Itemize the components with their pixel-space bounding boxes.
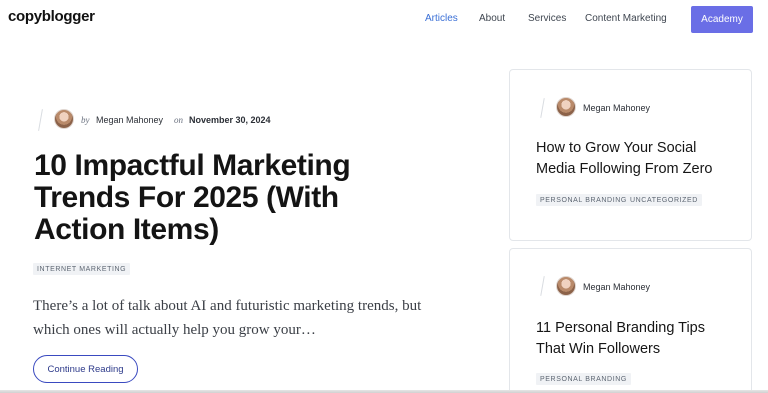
by-label: by: [81, 115, 90, 125]
meta-divider: [540, 98, 545, 118]
category-tag[interactable]: INTERNET MARKETING: [33, 263, 131, 275]
category-tag[interactable]: PERSONAL BRANDING: [536, 194, 631, 206]
card-title[interactable]: How to Grow Your Social Media Following …: [536, 138, 736, 180]
article-excerpt: There’s a lot of talk about AI and futur…: [33, 298, 422, 338]
article-card[interactable]: Megan Mahoney 11 Personal Branding Tips …: [509, 248, 752, 393]
card-title[interactable]: 11 Personal Branding Tips That Win Follo…: [536, 318, 736, 360]
author-name[interactable]: Megan Mahoney: [583, 282, 650, 292]
nav-content-marketing[interactable]: Content Marketing: [585, 13, 667, 24]
author-name[interactable]: Megan Mahoney: [96, 115, 163, 125]
nav-about[interactable]: About: [479, 13, 505, 24]
author-name[interactable]: Megan Mahoney: [583, 103, 650, 113]
nav-services[interactable]: Services: [528, 13, 566, 24]
nav-articles[interactable]: Articles: [425, 13, 458, 24]
author-avatar[interactable]: [556, 97, 576, 117]
meta-divider: [540, 276, 545, 296]
author-avatar[interactable]: [54, 109, 74, 129]
on-label: on: [174, 115, 183, 125]
site-logo[interactable]: copyblogger: [8, 8, 95, 25]
article-card[interactable]: Megan Mahoney How to Grow Your Social Me…: [509, 69, 752, 241]
author-avatar[interactable]: [556, 276, 576, 296]
category-tag[interactable]: PERSONAL BRANDING: [536, 373, 631, 385]
article-title[interactable]: 10 Impactful Marketing Trends For 2025 (…: [34, 150, 434, 246]
academy-button[interactable]: Academy: [691, 6, 753, 33]
category-tag[interactable]: UNCATEGORIZED: [626, 194, 702, 206]
continue-reading-button[interactable]: Continue Reading: [33, 355, 138, 383]
top-navigation-bar: copyblogger Articles About Services Cont…: [0, 0, 768, 40]
meta-divider: [38, 109, 43, 131]
publish-date: November 30, 2024: [189, 115, 271, 125]
